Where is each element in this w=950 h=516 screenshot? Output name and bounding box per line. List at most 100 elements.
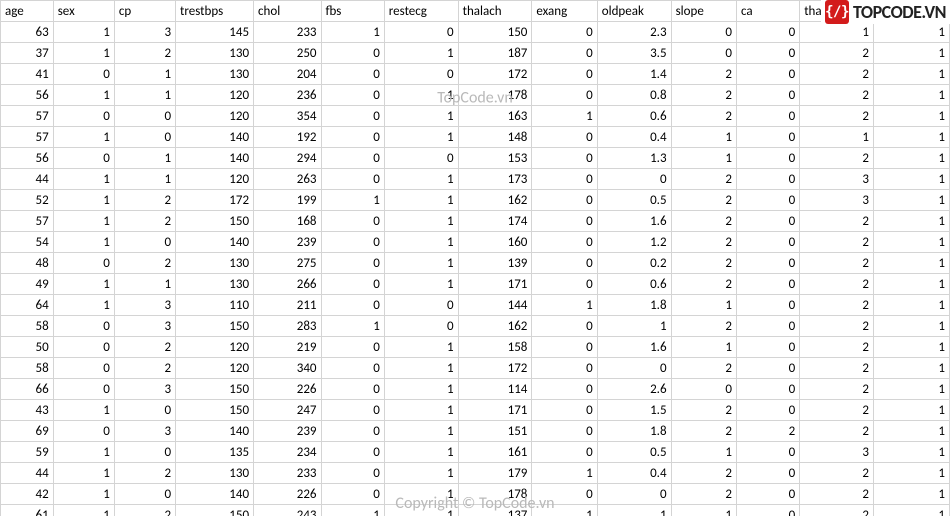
cell: 3 xyxy=(114,421,175,442)
cell: 1.2 xyxy=(597,232,671,253)
cell: 0 xyxy=(53,253,114,274)
cell: 1 xyxy=(114,274,175,295)
cell: 199 xyxy=(254,190,321,211)
cell: 2 xyxy=(671,274,736,295)
cell: 0 xyxy=(532,43,597,64)
cell: 0.4 xyxy=(597,127,671,148)
cell: 0 xyxy=(532,232,597,253)
cell: 1 xyxy=(597,505,671,516)
cell: 0 xyxy=(671,379,736,400)
cell: 1 xyxy=(874,358,950,379)
col-header-oldpeak: oldpeak xyxy=(597,1,671,22)
cell: 1 xyxy=(671,337,736,358)
cell: 150 xyxy=(176,211,254,232)
cell: 2 xyxy=(800,211,874,232)
cell: 0 xyxy=(736,505,799,516)
cell: 2 xyxy=(800,43,874,64)
cell: 2.6 xyxy=(597,379,671,400)
cell: 0 xyxy=(53,358,114,379)
cell: 0 xyxy=(736,337,799,358)
cell: 243 xyxy=(254,505,321,516)
cell: 1 xyxy=(532,295,597,316)
topcode-logo: {/} TOPCODE.VN xyxy=(821,0,950,24)
cell: 0 xyxy=(736,484,799,505)
table-row: 44121302330117910.42021 xyxy=(1,463,950,484)
cell: 0 xyxy=(321,463,384,484)
cell: 140 xyxy=(176,148,254,169)
cell: 340 xyxy=(254,358,321,379)
cell: 0 xyxy=(321,253,384,274)
cell: 0 xyxy=(736,253,799,274)
table-row: 421014022601178002021 xyxy=(1,484,950,505)
cell: 0 xyxy=(532,253,597,274)
cell: 0 xyxy=(321,148,384,169)
cell: 161 xyxy=(458,442,532,463)
cell: 1 xyxy=(53,232,114,253)
cell: 3 xyxy=(114,379,175,400)
cell: 0 xyxy=(736,358,799,379)
cell: 233 xyxy=(254,463,321,484)
cell: 48 xyxy=(1,253,54,274)
cell: 1 xyxy=(874,43,950,64)
cell: 0 xyxy=(53,337,114,358)
cell: 0 xyxy=(114,127,175,148)
cell: 0.5 xyxy=(597,190,671,211)
cell: 69 xyxy=(1,421,54,442)
cell: 2 xyxy=(114,253,175,274)
cell: 0 xyxy=(321,337,384,358)
cell: 172 xyxy=(458,64,532,85)
cell: 172 xyxy=(458,358,532,379)
cell: 0 xyxy=(532,64,597,85)
cell: 2 xyxy=(800,274,874,295)
cell: 140 xyxy=(176,421,254,442)
cell: 120 xyxy=(176,85,254,106)
cell: 2 xyxy=(671,106,736,127)
cell: 239 xyxy=(254,421,321,442)
cell: 1 xyxy=(874,484,950,505)
cell: 250 xyxy=(254,43,321,64)
cell: 130 xyxy=(176,274,254,295)
cell: 162 xyxy=(458,190,532,211)
table-row: 56011402940015301.31021 xyxy=(1,148,950,169)
cell: 0 xyxy=(384,64,458,85)
cell: 0 xyxy=(321,274,384,295)
cell: 1.8 xyxy=(597,295,671,316)
cell: 2 xyxy=(800,337,874,358)
cell: 2 xyxy=(671,421,736,442)
cell: 1 xyxy=(321,22,384,43)
cell: 3.5 xyxy=(597,43,671,64)
cell: 1 xyxy=(384,337,458,358)
cell: 0 xyxy=(671,22,736,43)
cell: 1 xyxy=(384,190,458,211)
cell: 150 xyxy=(176,505,254,516)
cell: 1 xyxy=(384,43,458,64)
table-row: 69031402390115101.82221 xyxy=(1,421,950,442)
cell: 57 xyxy=(1,127,54,148)
cell: 1 xyxy=(384,169,458,190)
cell: 1 xyxy=(53,505,114,516)
header-row: agesexcptrestbpscholfbsrestecgthalachexa… xyxy=(1,1,950,22)
cell: 0 xyxy=(671,43,736,64)
cell: 0 xyxy=(321,211,384,232)
cell: 0 xyxy=(53,421,114,442)
cell: 179 xyxy=(458,463,532,484)
cell: 1 xyxy=(53,211,114,232)
col-header-age: age xyxy=(1,1,54,22)
cell: 41 xyxy=(1,64,54,85)
cell: 2 xyxy=(114,358,175,379)
cell: 1 xyxy=(321,316,384,337)
cell: 1 xyxy=(874,253,950,274)
cell: 56 xyxy=(1,148,54,169)
cell: 2 xyxy=(114,463,175,484)
cell: 1 xyxy=(874,505,950,516)
cell: 120 xyxy=(176,337,254,358)
cell: 145 xyxy=(176,22,254,43)
cell: 1 xyxy=(874,169,950,190)
cell: 0 xyxy=(736,274,799,295)
cell: 0 xyxy=(532,379,597,400)
cell: 0 xyxy=(114,484,175,505)
cell: 58 xyxy=(1,358,54,379)
cell: 0 xyxy=(532,274,597,295)
cell: 1 xyxy=(114,169,175,190)
cell: 1.6 xyxy=(597,337,671,358)
